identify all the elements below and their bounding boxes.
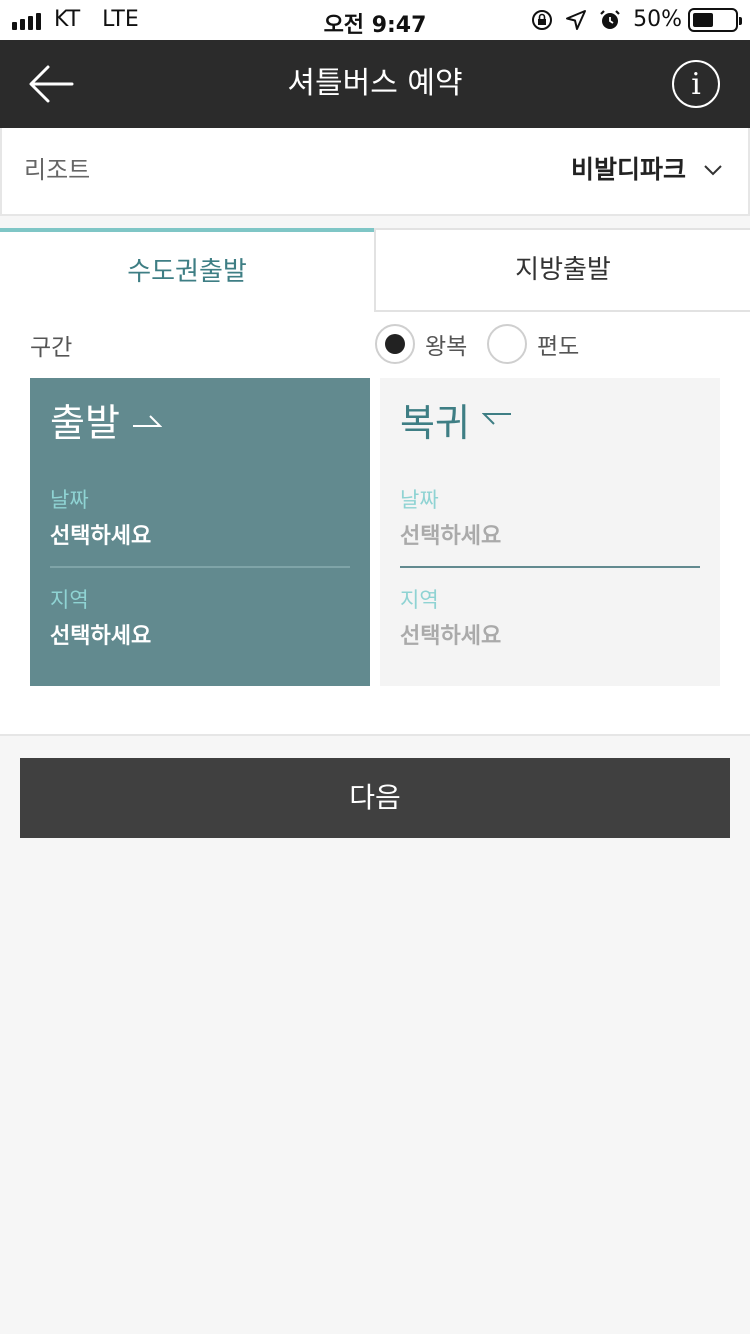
radio-circle-round-trip[interactable] [375,324,415,364]
route-label: 구간 [30,335,73,361]
departure-region-field[interactable]: 선택하세요 [50,618,151,650]
return-date-label: 날짜 [400,488,439,512]
departure-date-field[interactable]: 선택하세요 [50,518,151,550]
arrow-right-icon [132,414,162,427]
departure-title: 출발 [50,392,162,447]
radio-one-way[interactable]: 편도 [487,324,579,364]
info-button[interactable]: i [672,60,720,108]
back-button[interactable] [24,60,78,108]
chevron-down-icon [704,165,722,176]
status-bar: KT LTE 오전 9:47 50% [0,0,750,40]
departure-divider [50,566,350,568]
return-date-field[interactable]: 선택하세요 [400,518,501,550]
departure-region-label: 지역 [50,588,89,612]
alarm-icon [600,9,620,29]
radio-label-round-trip: 왕복 [425,334,468,360]
return-region-field[interactable]: 선택하세요 [400,618,501,650]
battery-percent: 50% [633,7,682,32]
return-region-label: 지역 [400,588,439,612]
departure-title-text: 출발 [50,401,120,445]
page-title: 셔틀버스 예약 [287,66,463,101]
app-header: 셔틀버스 예약 i [0,40,750,128]
resort-selector[interactable]: 리조트 비발디파크 [0,128,750,216]
return-card: 복귀 날짜 선택하세요 지역 선택하세요 [380,378,720,686]
resort-value: 비발디파크 [570,155,686,184]
departure-date-label: 날짜 [50,488,89,512]
tab-local-departure[interactable]: 지방출발 [374,228,750,312]
return-title: 복귀 [400,392,512,447]
booking-panel: 수도권출발 지방출발 구간 왕복 편도 출발 날짜 선택하세요 지역 선택하세요… [0,228,750,736]
departure-card: 출발 날짜 선택하세요 지역 선택하세요 [30,378,370,686]
radio-label-one-way: 편도 [537,334,580,360]
radio-round-trip[interactable]: 왕복 [375,324,467,364]
status-right: 50% [531,7,742,32]
rotation-lock-icon [532,9,553,30]
back-arrow-icon [29,65,74,103]
radio-circle-one-way[interactable] [487,324,527,364]
resort-label: 리조트 [24,156,91,184]
battery-level [693,12,713,27]
next-button[interactable]: 다음 [20,758,730,838]
return-title-text: 복귀 [400,401,470,445]
arrow-left-icon [481,412,511,425]
return-divider [400,566,700,568]
battery-icon [688,7,742,32]
info-icon: i [691,66,701,102]
location-icon [566,9,587,30]
tab-metro-departure[interactable]: 수도권출발 [0,228,374,312]
